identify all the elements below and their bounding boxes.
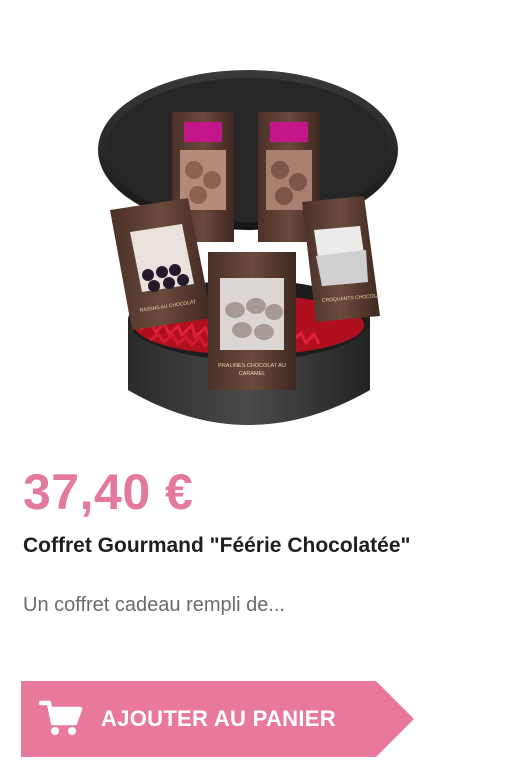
product-card: RAISINS AU CHOCOLAT CROQUANTS CHOCOLAT P… <box>0 0 508 781</box>
svg-text:CARAMEL: CARAMEL <box>239 371 266 377</box>
product-price: 37,40 € <box>23 464 194 520</box>
product-description: Un coffret cadeau rempli de... <box>23 594 285 616</box>
svg-text:PRALINES CHOCOLAT AU: PRALINES CHOCOLAT AU <box>218 363 286 369</box>
add-to-cart-label: AJOUTER AU PANIER <box>101 706 336 731</box>
gift-box-illustration: RAISINS AU CHOCOLAT CROQUANTS CHOCOLAT P… <box>98 70 398 425</box>
product-title[interactable]: Coffret Gourmand "Féérie Chocolatée" <box>23 532 410 560</box>
package-right: CROQUANTS CHOCOLAT <box>302 196 383 322</box>
shopping-cart-icon <box>39 700 83 735</box>
add-to-cart-button[interactable]: AJOUTER AU PANIER <box>21 681 414 757</box>
package-front: PRALINES CHOCOLAT AU CARAMEL <box>208 252 296 390</box>
product-image[interactable]: RAISINS AU CHOCOLAT CROQUANTS CHOCOLAT P… <box>70 40 440 450</box>
